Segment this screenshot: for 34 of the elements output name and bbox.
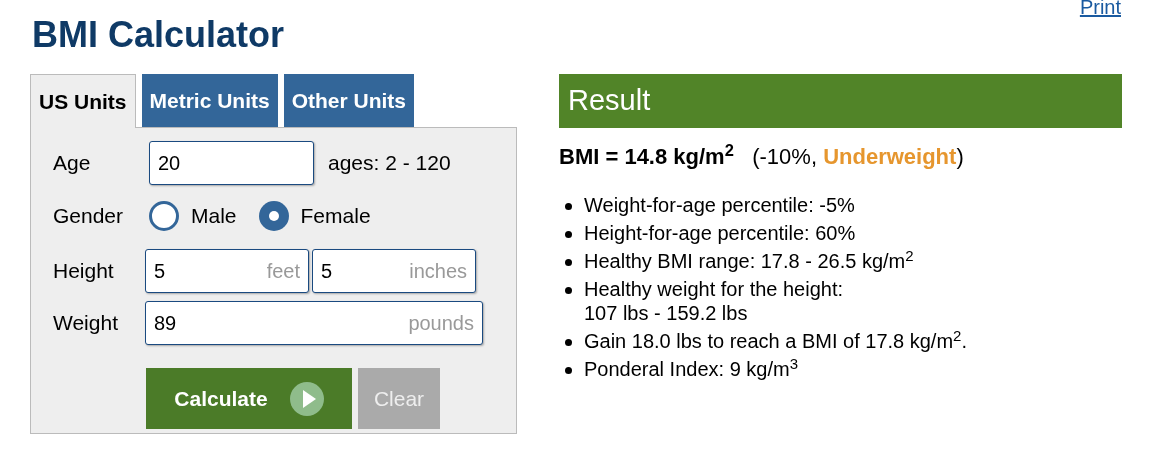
radio-button[interactable] (258, 201, 289, 231)
field-label: Gender (53, 203, 125, 230)
field-label: Age (53, 150, 92, 177)
result-item: Gain 18.0 lbs to reach a BMI of 17.8 kg/m$^{2}$. (584, 329, 967, 353)
field-label: Weight (53, 310, 119, 337)
bullet-icon (565, 259, 572, 266)
result-header: Result (559, 74, 1122, 128)
input-field[interactable]: 89 pounds (145, 301, 483, 345)
result-item: Weight-for-age percentile: -5% (584, 193, 855, 217)
bmi-result: BMI = 14.8 kg/m$^{2}$ (-10%, Underweight) (559, 140, 965, 171)
page-title: BMI Calculator (32, 13, 286, 57)
unit-tab[interactable]: Other Units (283, 74, 415, 127)
bullet-icon (565, 287, 572, 294)
bullet-icon (565, 339, 572, 346)
unit-tab[interactable]: US Units (30, 74, 136, 128)
print-link[interactable]: Print (1079, 0, 1121, 22)
result-item: Height-for-age percentile: 60% (584, 221, 856, 245)
bullet-icon (565, 231, 572, 238)
bullet-icon (565, 367, 572, 374)
radio-label: Female (300, 203, 371, 230)
age-hint: ages: 2 - 120 (328, 150, 451, 177)
calculate-button[interactable]: Calculate (146, 368, 352, 429)
input-field[interactable]: 5 inches (312, 249, 476, 293)
radio-label: Male (191, 203, 237, 230)
unit-tab[interactable]: Metric Units (141, 74, 278, 127)
input-field[interactable]: 20 (149, 141, 314, 185)
radio-button[interactable] (149, 201, 179, 231)
play-icon (289, 381, 324, 416)
result-item: Healthy weight for the height: 107 lbs - 159.2 lbs (584, 277, 844, 325)
result-item: Healthy BMI range: 17.8 - 26.5 kg/m$^{2}$ (584, 249, 914, 273)
input-field[interactable]: 5 feet (145, 249, 309, 293)
bullet-icon (565, 203, 572, 210)
result-item: Ponderal Index: 9 kg/m$^{3}$ (584, 357, 799, 381)
field-label: Height (53, 258, 115, 285)
